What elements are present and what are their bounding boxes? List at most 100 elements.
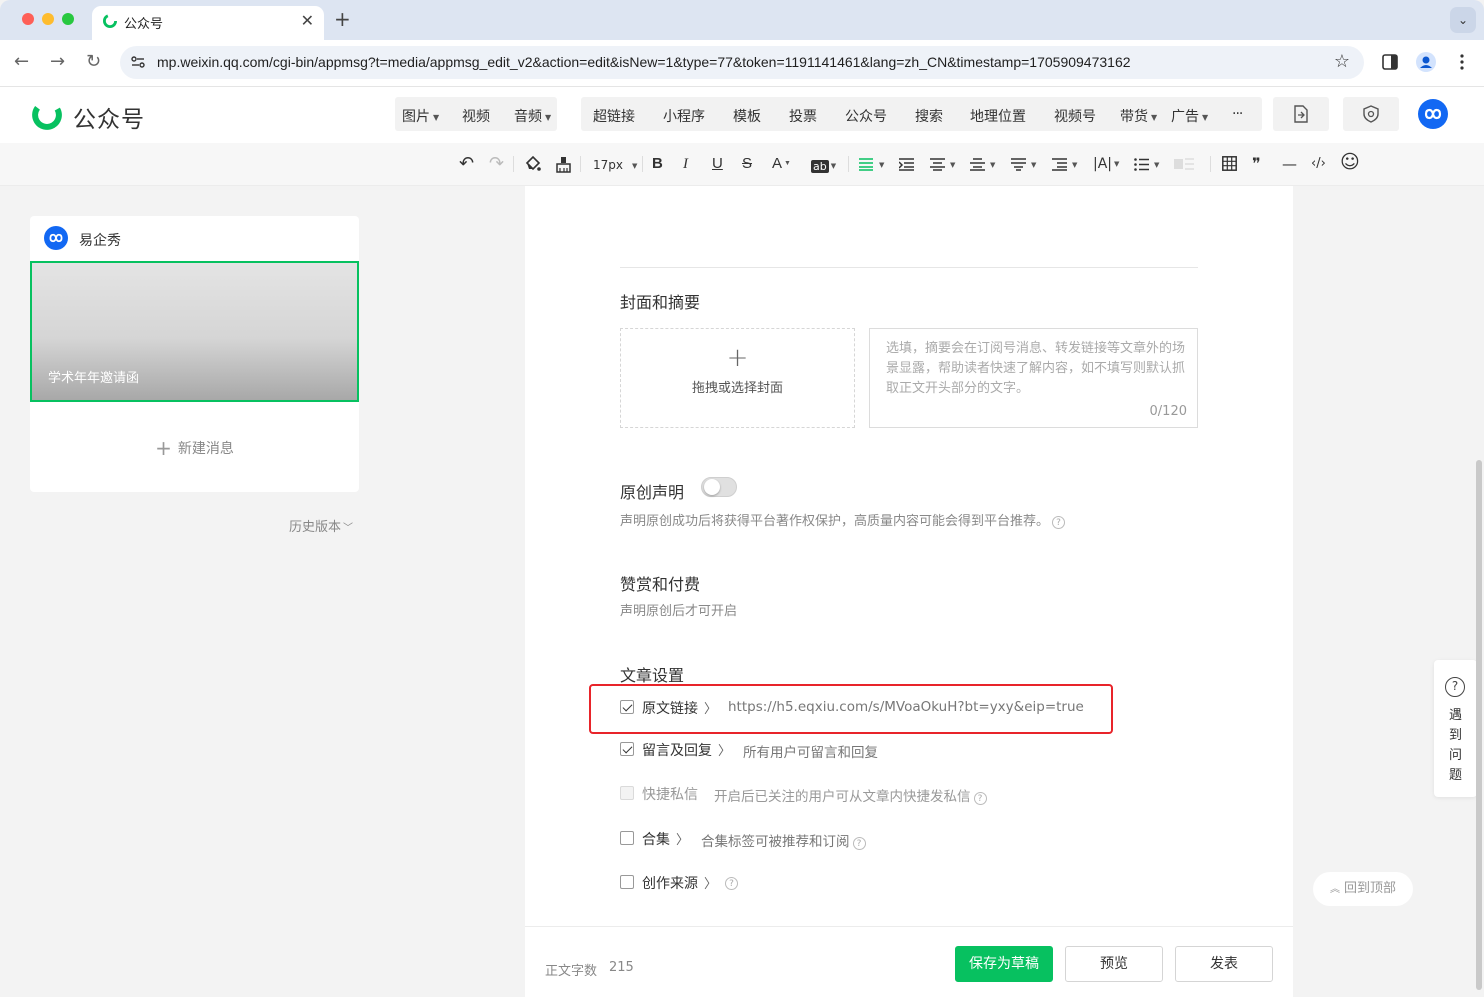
article-thumbnail[interactable]: 学术年年邀请函 [30,261,359,402]
browser-tab[interactable]: 公众号 ✕ [92,6,324,40]
line-height-icon[interactable] [1011,158,1026,171]
indent-icon[interactable] [899,158,914,171]
word-count-label: 正文字数 [545,964,598,979]
window-maximize-button[interactable] [62,13,74,25]
blockquote-button[interactable]: ❞ [1252,155,1261,173]
tab-close-icon[interactable]: ✕ [301,11,314,30]
menu-template[interactable]: 模板 [733,106,761,126]
strikethrough-button[interactable]: S [742,155,752,173]
collection-checkbox[interactable] [620,831,634,845]
letter-spacing-button[interactable]: |A| ▼ [1093,155,1119,173]
original-declaration-toggle[interactable] [701,477,737,497]
menu-video[interactable]: 视频 [462,106,490,126]
new-tab-button[interactable]: + [334,7,351,31]
image-float-icon[interactable] [1174,157,1194,171]
collection-label[interactable]: 合集 [642,829,670,849]
creation-source-help: ? [722,874,738,890]
side-panel-icon[interactable] [1381,53,1399,71]
chevron-right-icon[interactable]: 〉 [718,740,731,759]
menu-official-account[interactable]: 公众号 [845,106,887,126]
site-settings-icon[interactable] [130,54,146,70]
align-menu-caret[interactable]: ▼ [877,155,884,174]
format-painter-icon[interactable] [524,156,541,173]
window-minimize-button[interactable] [42,13,54,25]
cover-section-title: 封面和摘要 [620,293,701,312]
address-bar[interactable]: mp.weixin.qq.com/cgi-bin/appmsg?t=media/… [120,46,1364,79]
table-icon[interactable] [1222,156,1237,171]
paragraph-spacing-before-icon[interactable] [930,158,945,171]
comments-label[interactable]: 留言及回复 [642,740,712,760]
help-icon[interactable]: ? [725,877,738,890]
emoji-button[interactable]: ☺ [1340,153,1360,172]
undo-button[interactable]: ↶ [459,155,474,173]
tab-search-button[interactable]: ⌄ [1450,7,1476,33]
toggle-knob [704,479,720,495]
account-avatar-icon[interactable] [1418,99,1448,129]
history-versions-button[interactable]: 历史版本 ﹀ [289,516,353,535]
preview-button[interactable]: 预览 [1065,946,1163,982]
indent-size-icon[interactable] [1052,158,1067,171]
help-float-button[interactable]: ? 遇到问题 [1434,660,1477,797]
bullet-list-icon[interactable] [1134,158,1149,171]
background-color-button[interactable]: ab ▼ [811,156,836,175]
code-button[interactable]: ‹/› [1311,155,1326,173]
page-scrollbar[interactable] [1476,460,1482,990]
summary-textarea[interactable]: 选填，摘要会在订阅号消息、转发链接等文章外的场景显露，帮助读者快速了解内容，如不… [869,328,1198,428]
menu-hyperlink[interactable]: 超链接 [593,106,635,126]
menu-sell-goods[interactable]: 带货 ▼ [1120,106,1157,126]
menu-audio[interactable]: 音频 ▼ [514,106,551,126]
spacing-before-caret[interactable]: ▼ [948,155,955,174]
quick-message-checkbox[interactable] [620,786,634,800]
menu-location[interactable]: 地理位置 [970,106,1026,126]
help-icon[interactable]: ? [852,837,866,850]
creation-source-checkbox[interactable] [620,875,634,889]
chevron-down-icon: ﹀ [343,523,354,534]
menu-search[interactable]: 搜索 [915,106,943,126]
menu-ads[interactable]: 广告 ▼ [1171,106,1208,126]
menu-miniprogram[interactable]: 小程序 [663,106,705,126]
editor-toolbar: ↶ ↷ 17px ▼ B I U S A ▼ ab ▼ ▼ ▼ ▼ ▼ ▼ |A| ▼ … [0,143,1484,186]
bookmark-star-icon[interactable]: ☆ [1334,51,1350,72]
paragraph-spacing-after-icon[interactable] [970,158,985,171]
bold-button[interactable]: B [652,155,663,173]
reward-payment-title: 赞赏和付费 [620,575,701,594]
list-caret[interactable]: ▼ [1152,155,1159,174]
spacing-after-caret[interactable]: ▼ [988,155,995,174]
divider-button[interactable]: — [1282,155,1297,173]
back-to-top-button[interactable]: ︽ 回到顶部 [1313,872,1413,906]
publish-button[interactable]: 发表 [1175,946,1273,982]
profile-avatar-icon[interactable] [1416,52,1436,72]
font-size-select[interactable]: 17px ▼ [593,156,637,175]
menu-channels[interactable]: 视频号 [1054,106,1096,126]
menu-more[interactable]: ··· [1232,106,1243,122]
redo-button[interactable]: ↷ [489,155,504,173]
menu-vote[interactable]: 投票 [789,106,817,126]
save-draft-button[interactable]: 保存为草稿 [955,946,1053,982]
forward-button[interactable]: → [50,51,65,72]
italic-button[interactable]: I [683,155,688,173]
chevron-right-icon[interactable]: 〉 [676,829,689,848]
back-button[interactable]: ← [14,51,29,72]
new-message-button[interactable]: + 新建消息 [30,436,359,460]
font-color-button[interactable]: A ▼ [772,155,791,173]
clear-format-icon[interactable] [556,156,571,173]
account-name: 易企秀 [79,233,121,249]
cover-upload-area[interactable]: + 拖拽或选择封面 [620,328,855,428]
underline-button[interactable]: U [712,155,723,173]
reload-button[interactable]: ↻ [86,51,101,72]
security-check-button[interactable] [1343,97,1399,131]
creation-source-label[interactable]: 创作来源 [642,873,698,893]
help-icon[interactable]: ? [1052,516,1066,529]
indent-size-caret[interactable]: ▼ [1070,155,1077,174]
menu-image[interactable]: 图片 ▼ [402,106,439,126]
url-text[interactable]: mp.weixin.qq.com/cgi-bin/appmsg?t=media/… [157,54,1131,70]
help-icon[interactable]: ? [973,792,987,805]
browser-menu-icon[interactable] [1458,53,1466,71]
comments-checkbox[interactable] [620,742,634,756]
comments-value: 所有用户可留言和回复 [743,745,878,761]
document-import-button[interactable] [1273,97,1329,131]
window-close-button[interactable] [22,13,34,25]
align-left-icon[interactable] [859,158,873,171]
line-height-caret[interactable]: ▼ [1029,155,1036,174]
chevron-right-icon[interactable]: 〉 [704,873,717,892]
